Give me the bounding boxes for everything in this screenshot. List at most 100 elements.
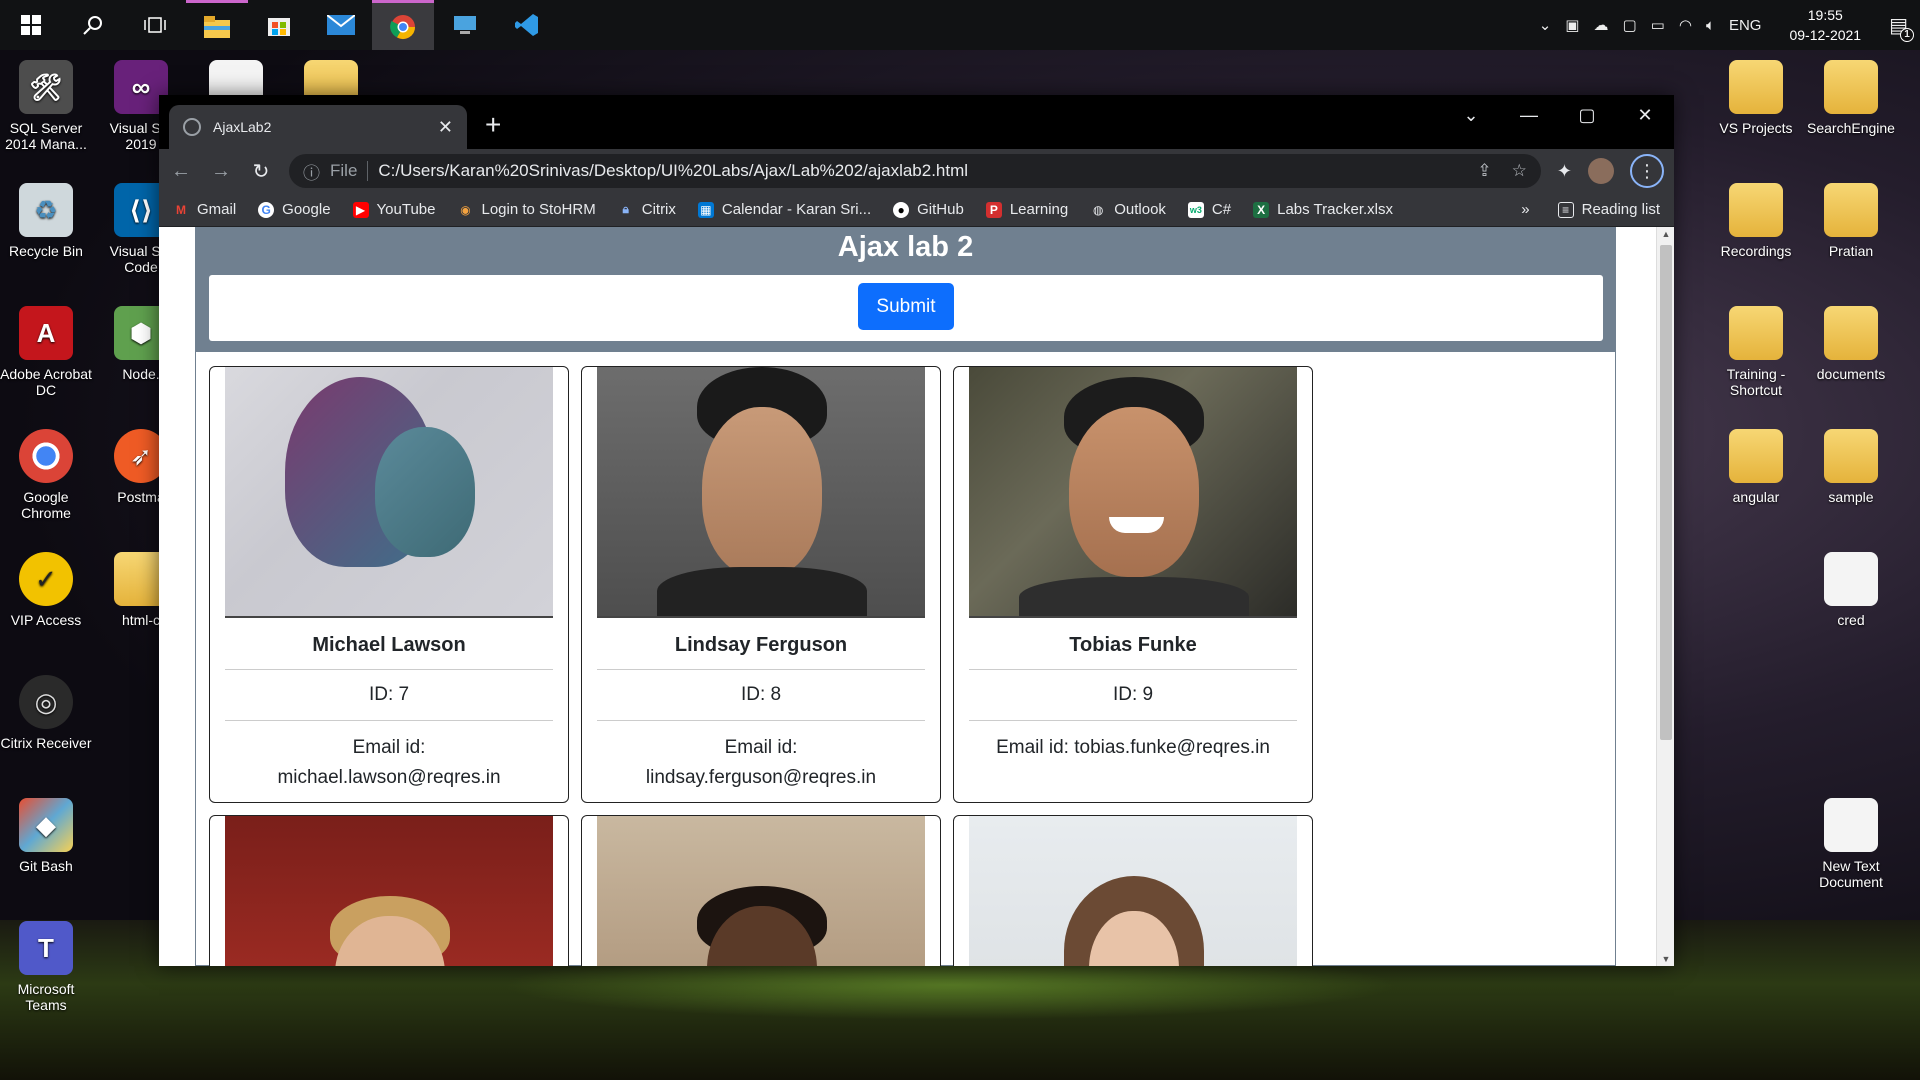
extensions-icon[interactable]: ✦ [1557,161,1572,182]
bookmark-google[interactable]: G Google [258,201,331,218]
more-menu-icon[interactable]: ⋮ [1630,154,1664,188]
wifi-icon[interactable]: ◠ [1679,16,1692,34]
desktop-icon-google-chrome[interactable]: Google Chrome [0,429,92,521]
tab-ajaxlab2[interactable]: AjaxLab2 ✕ [169,105,467,149]
desktop-icon-angular[interactable]: angular [1710,429,1802,505]
bookmark-stohrm[interactable]: ◉ Login to StoHRM [458,201,595,218]
desktop-icon-recycle-bin[interactable]: ♻ Recycle Bin [0,183,92,259]
volume-icon[interactable]: 🔈︎ [1706,17,1715,34]
desktop-icon-sample[interactable]: sample [1805,429,1897,505]
user-email-label: Email id: tobias.funke@reqres.in [996,737,1270,758]
vscode-taskbar-icon[interactable] [496,0,558,50]
maximize-icon[interactable]: ▢ [1558,95,1616,135]
desktop-icon-citrix-receiver[interactable]: ◎ Citrix Receiver [0,675,92,751]
desktop-icon-label: Pratian [1828,243,1874,259]
windows-start-icon[interactable] [0,0,62,50]
remote-desktop-icon[interactable] [434,0,496,50]
window-controls: ⌄ — ▢ ✕ [1442,95,1674,135]
info-icon[interactable]: ⓘ [303,159,320,184]
profile-avatar[interactable] [1588,158,1614,184]
submit-button[interactable]: Submit [858,283,954,330]
desktop-icon-new-text-document[interactable]: New Text Document [1805,798,1897,890]
desktop-icon-vs-projects[interactable]: VS Projects [1710,60,1802,136]
desktop-icon-vip-access[interactable]: ✓ VIP Access [0,552,92,628]
display-icon[interactable]: ▢ [1622,16,1636,34]
scroll-down-icon[interactable]: ▼ [1657,954,1674,964]
scroll-up-icon[interactable]: ▲ [1657,229,1674,239]
desktop-icon-label: SQL Server 2014 Mana... [5,120,87,152]
notification-icon[interactable]: ▤ 1 [1889,13,1914,42]
user-id: ID: 8 [597,670,925,721]
battery-icon[interactable]: ▭ [1651,16,1665,34]
desktop-icon-label: Microsoft Teams [17,981,75,1013]
meet-icon[interactable]: ▣ [1565,16,1579,34]
chrome-taskbar-icon[interactable] [372,0,434,50]
bookmark-star-icon[interactable]: ☆ [1512,161,1527,181]
desktop-icon-recordings[interactable]: Recordings [1710,183,1802,259]
user-email-label: Email id: [724,737,798,758]
address-bar[interactable]: ⓘ File C:/Users/Karan%20Srinivas/Desktop… [289,154,1541,188]
url-text[interactable]: C:/Users/Karan%20Srinivas/Desktop/UI%20L… [378,161,968,181]
desktop-icon-label: Training - Shortcut [1726,366,1786,398]
folder-icon [1824,429,1878,483]
new-tab-icon[interactable]: + [485,109,501,141]
bookmark-outlook[interactable]: ◍ Outlook [1090,201,1166,218]
file-explorer-icon[interactable] [186,0,248,50]
bookmark-calendar[interactable]: ▦ Calendar - Karan Sri... [697,201,871,218]
more-bookmarks-button[interactable]: » [1521,201,1529,218]
desktop-icon-cred[interactable]: cred [1805,552,1897,628]
page-scrollbar[interactable]: ▲ ▼ [1656,227,1674,966]
bookmark-learning[interactable]: P Learning [985,201,1068,218]
desktop-icon-sql-server[interactable]: 🛠 SQL Server 2014 Mana... [0,60,92,152]
bookmark-gmail[interactable]: M Gmail [173,201,236,218]
reading-list-button[interactable]: ≡ Reading list [1557,201,1660,218]
bookmark-github[interactable]: ● GitHub [893,201,964,218]
bookmark-labs-tracker[interactable]: X Labs Tracker.xlsx [1253,201,1393,218]
w3schools-icon: w3 [1187,201,1204,218]
user-email-value: lindsay.ferguson@reqres.in [645,767,877,788]
desktop-icon-label: sample [1828,489,1874,505]
youtube-icon: ▶ [352,201,369,218]
user-photo [597,816,925,966]
page-heading: Ajax lab 2 [837,231,974,263]
minimize-icon[interactable]: — [1500,95,1558,135]
mail-icon[interactable] [310,0,372,50]
bookmark-citrix[interactable]: 🔒︎ Citrix [618,201,676,218]
globe-icon: ◍ [1092,202,1104,217]
user-card [953,815,1313,966]
desktop-icon-training-shortcut[interactable]: Training - Shortcut [1710,306,1802,398]
scrollbar-thumb[interactable] [1660,245,1672,740]
desktop-icon-search-engine[interactable]: SearchEngine [1805,60,1897,136]
bookmark-youtube[interactable]: ▶ YouTube [352,201,436,218]
share-icon[interactable]: ⇪ [1477,161,1491,181]
user-id: ID: 7 [225,670,553,721]
page-margin [159,227,195,966]
chevron-up-icon[interactable]: ⌄ [1539,16,1552,34]
reading-list-icon: ≡ [1557,201,1574,218]
reading-list-label: Reading list [1581,201,1660,218]
search-icon[interactable] [62,0,124,50]
desktop-icon-microsoft-teams[interactable]: T Microsoft Teams [0,921,92,1013]
back-icon[interactable]: ← [169,160,193,183]
globe-icon [183,118,201,136]
system-tray: ⌄ ▣ ☁ ▢ ▭ ◠ 🔈︎ ENG 19:55 09-12-2021 ▤ 1 [1539,5,1920,45]
tab-title: AjaxLab2 [213,119,272,135]
desktop-icon-documents[interactable]: documents [1805,306,1897,382]
task-view-icon[interactable] [124,0,186,50]
forward-icon[interactable]: → [209,160,233,183]
desktop-icon-git-bash[interactable]: ◆ Git Bash [0,798,92,874]
reload-icon[interactable]: ↻ [249,159,273,184]
bookmark-csharp[interactable]: w3 C# [1187,201,1231,218]
language-indicator[interactable]: ENG [1729,17,1762,34]
close-tab-icon[interactable]: ✕ [438,117,453,138]
tab-search-icon[interactable]: ⌄ [1442,95,1500,135]
desktop-icon-label: cred [1837,612,1865,628]
close-window-icon[interactable]: ✕ [1616,95,1674,135]
desktop-icon-pratian[interactable]: Pratian [1805,183,1897,259]
desktop-icon-label: Recycle Bin [9,243,83,259]
clock[interactable]: 19:55 09-12-2021 [1775,5,1875,45]
desktop-icon-adobe-acrobat[interactable]: A Adobe Acrobat DC [0,306,92,398]
microsoft-store-icon[interactable] [248,0,310,50]
git-bash-icon: ◆ [19,798,73,852]
cloud-icon[interactable]: ☁ [1593,16,1608,34]
